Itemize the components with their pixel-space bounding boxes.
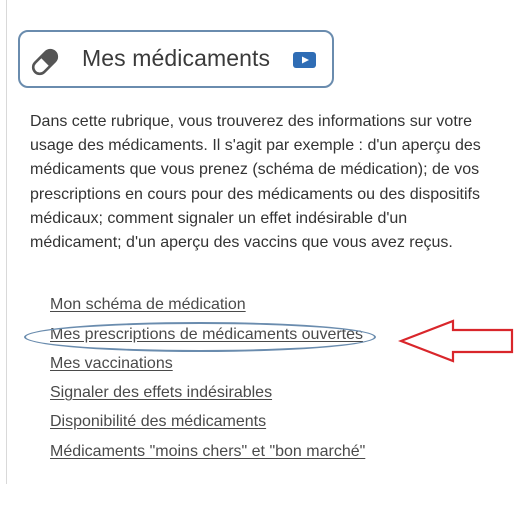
- section-title: Mes médicaments: [82, 45, 271, 71]
- link-report-side-effects[interactable]: Signaler des effets indésirables: [50, 384, 272, 402]
- link-vaccinations[interactable]: Mes vaccinations: [50, 355, 173, 373]
- red-arrow-annotation: [398, 319, 514, 363]
- video-play-icon[interactable]: [293, 52, 316, 68]
- section-description: Dans cette rubrique, vous trouverez des …: [30, 113, 481, 252]
- link-medication-availability[interactable]: Disponibilité des médicaments: [50, 413, 266, 431]
- link-medication-schedule[interactable]: Mon schéma de médication: [50, 296, 246, 314]
- highlight-oval-annotation: [24, 322, 376, 352]
- pill-icon: [31, 48, 59, 76]
- link-cheaper-medications[interactable]: Médicaments "moins chers" et "bon marché…: [50, 443, 365, 461]
